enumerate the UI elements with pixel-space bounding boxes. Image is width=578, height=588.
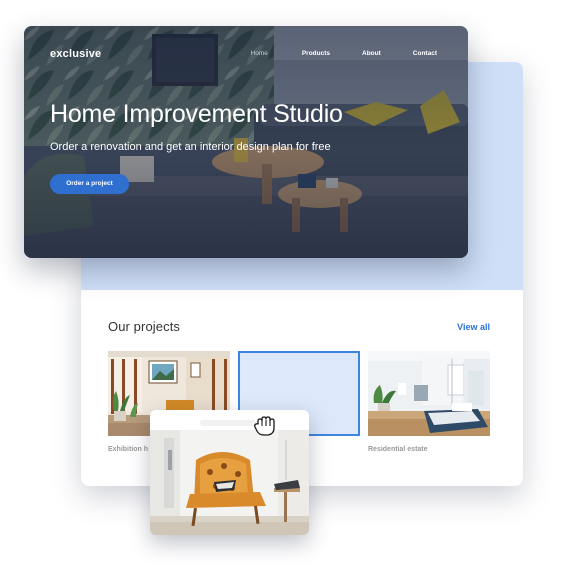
nav-products[interactable]: Products	[302, 50, 330, 57]
nav-home[interactable]: Home	[251, 50, 268, 57]
grab-hand-icon	[254, 416, 275, 436]
tile-drag-handle[interactable]	[200, 420, 256, 426]
hero-banner: exclusive Home Products About Contact Ho…	[24, 26, 468, 258]
order-project-button[interactable]: Order a project	[50, 174, 129, 194]
brand-logo[interactable]: exclusive	[50, 48, 101, 60]
project-thumbnail-3[interactable]	[368, 351, 490, 436]
hero-headline: Home Improvement Studio	[50, 100, 343, 128]
hero-subheadline: Order a renovation and get an interior d…	[50, 141, 331, 153]
bedroom-image	[368, 351, 490, 436]
view-all-link[interactable]: View all	[457, 322, 490, 332]
section-title: Our projects	[108, 319, 181, 334]
nav-contact[interactable]: Contact	[413, 50, 437, 57]
project-caption-1: Exhibition h	[108, 446, 149, 453]
armchair-image	[150, 430, 309, 535]
project-caption-3: Residential estate	[368, 446, 428, 453]
dragged-project-tile[interactable]	[150, 410, 309, 535]
main-nav: Home Products About Contact	[251, 50, 469, 57]
nav-about[interactable]: About	[362, 50, 381, 57]
